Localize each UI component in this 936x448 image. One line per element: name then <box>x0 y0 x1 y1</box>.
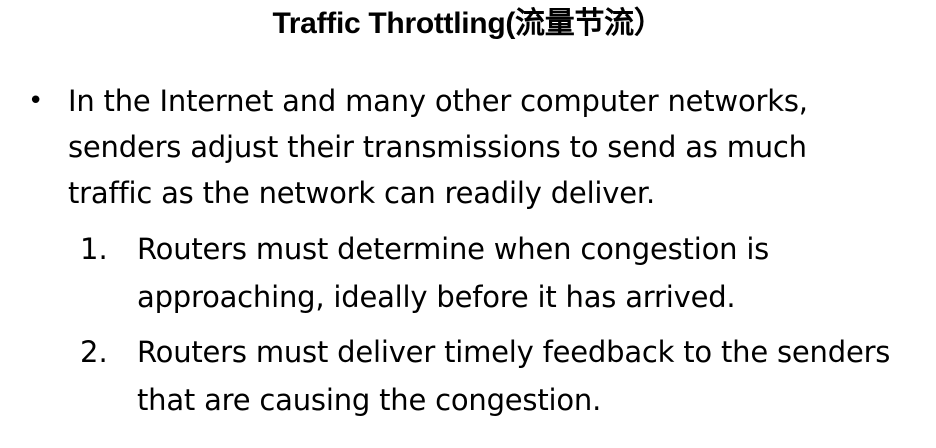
item-number: 2. <box>80 335 108 369</box>
slide: Traffic Throttling(流量节流） • In the Intern… <box>0 0 936 448</box>
item-number: 1. <box>80 232 108 266</box>
slide-title: Traffic Throttling(流量节流） <box>272 7 664 40</box>
bullet-dot-icon: • <box>28 86 44 116</box>
bullet-text: In the Internet and many other computer … <box>68 84 808 210</box>
item-text: Routers must deliver timely feedback to … <box>137 335 891 417</box>
item-text: Routers must determine when congestion i… <box>137 232 770 314</box>
